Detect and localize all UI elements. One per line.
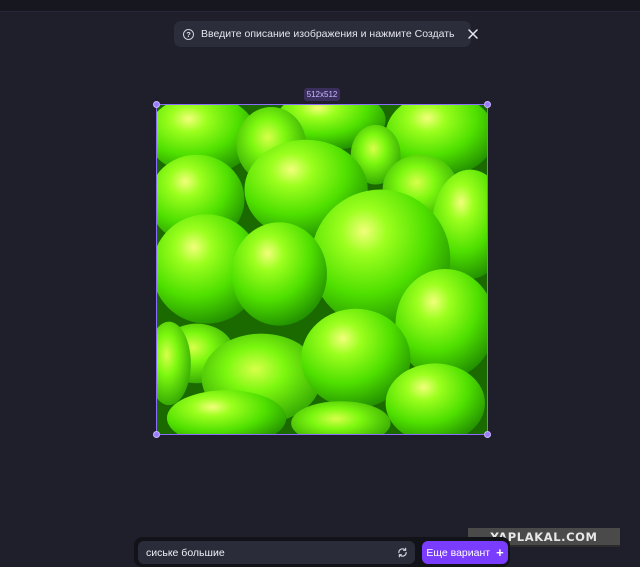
hint-toast: ? Введите описание изображения и нажмите… bbox=[174, 21, 478, 47]
top-bar bbox=[0, 0, 640, 12]
close-icon[interactable] bbox=[467, 26, 478, 42]
plus-icon: + bbox=[496, 545, 504, 560]
hint-text: Введите описание изображения и нажмите С… bbox=[201, 28, 455, 40]
resize-handle-top-right[interactable] bbox=[484, 101, 491, 108]
generated-image-frame[interactable] bbox=[153, 101, 491, 438]
resize-handle-bottom-right[interactable] bbox=[484, 431, 491, 438]
canvas-size-badge: 512x512 bbox=[304, 88, 340, 101]
resize-handle-top-left[interactable] bbox=[153, 101, 160, 108]
another-variant-label: Еще вариант bbox=[426, 546, 491, 559]
prompt-field[interactable] bbox=[138, 541, 415, 564]
another-variant-button[interactable]: Еще вариант + bbox=[422, 541, 508, 564]
help-circle-icon: ? bbox=[183, 28, 194, 40]
generated-image bbox=[157, 105, 487, 434]
refresh-icon[interactable] bbox=[395, 546, 409, 560]
prompt-input[interactable] bbox=[146, 546, 395, 559]
resize-handle-bottom-left[interactable] bbox=[153, 431, 160, 438]
